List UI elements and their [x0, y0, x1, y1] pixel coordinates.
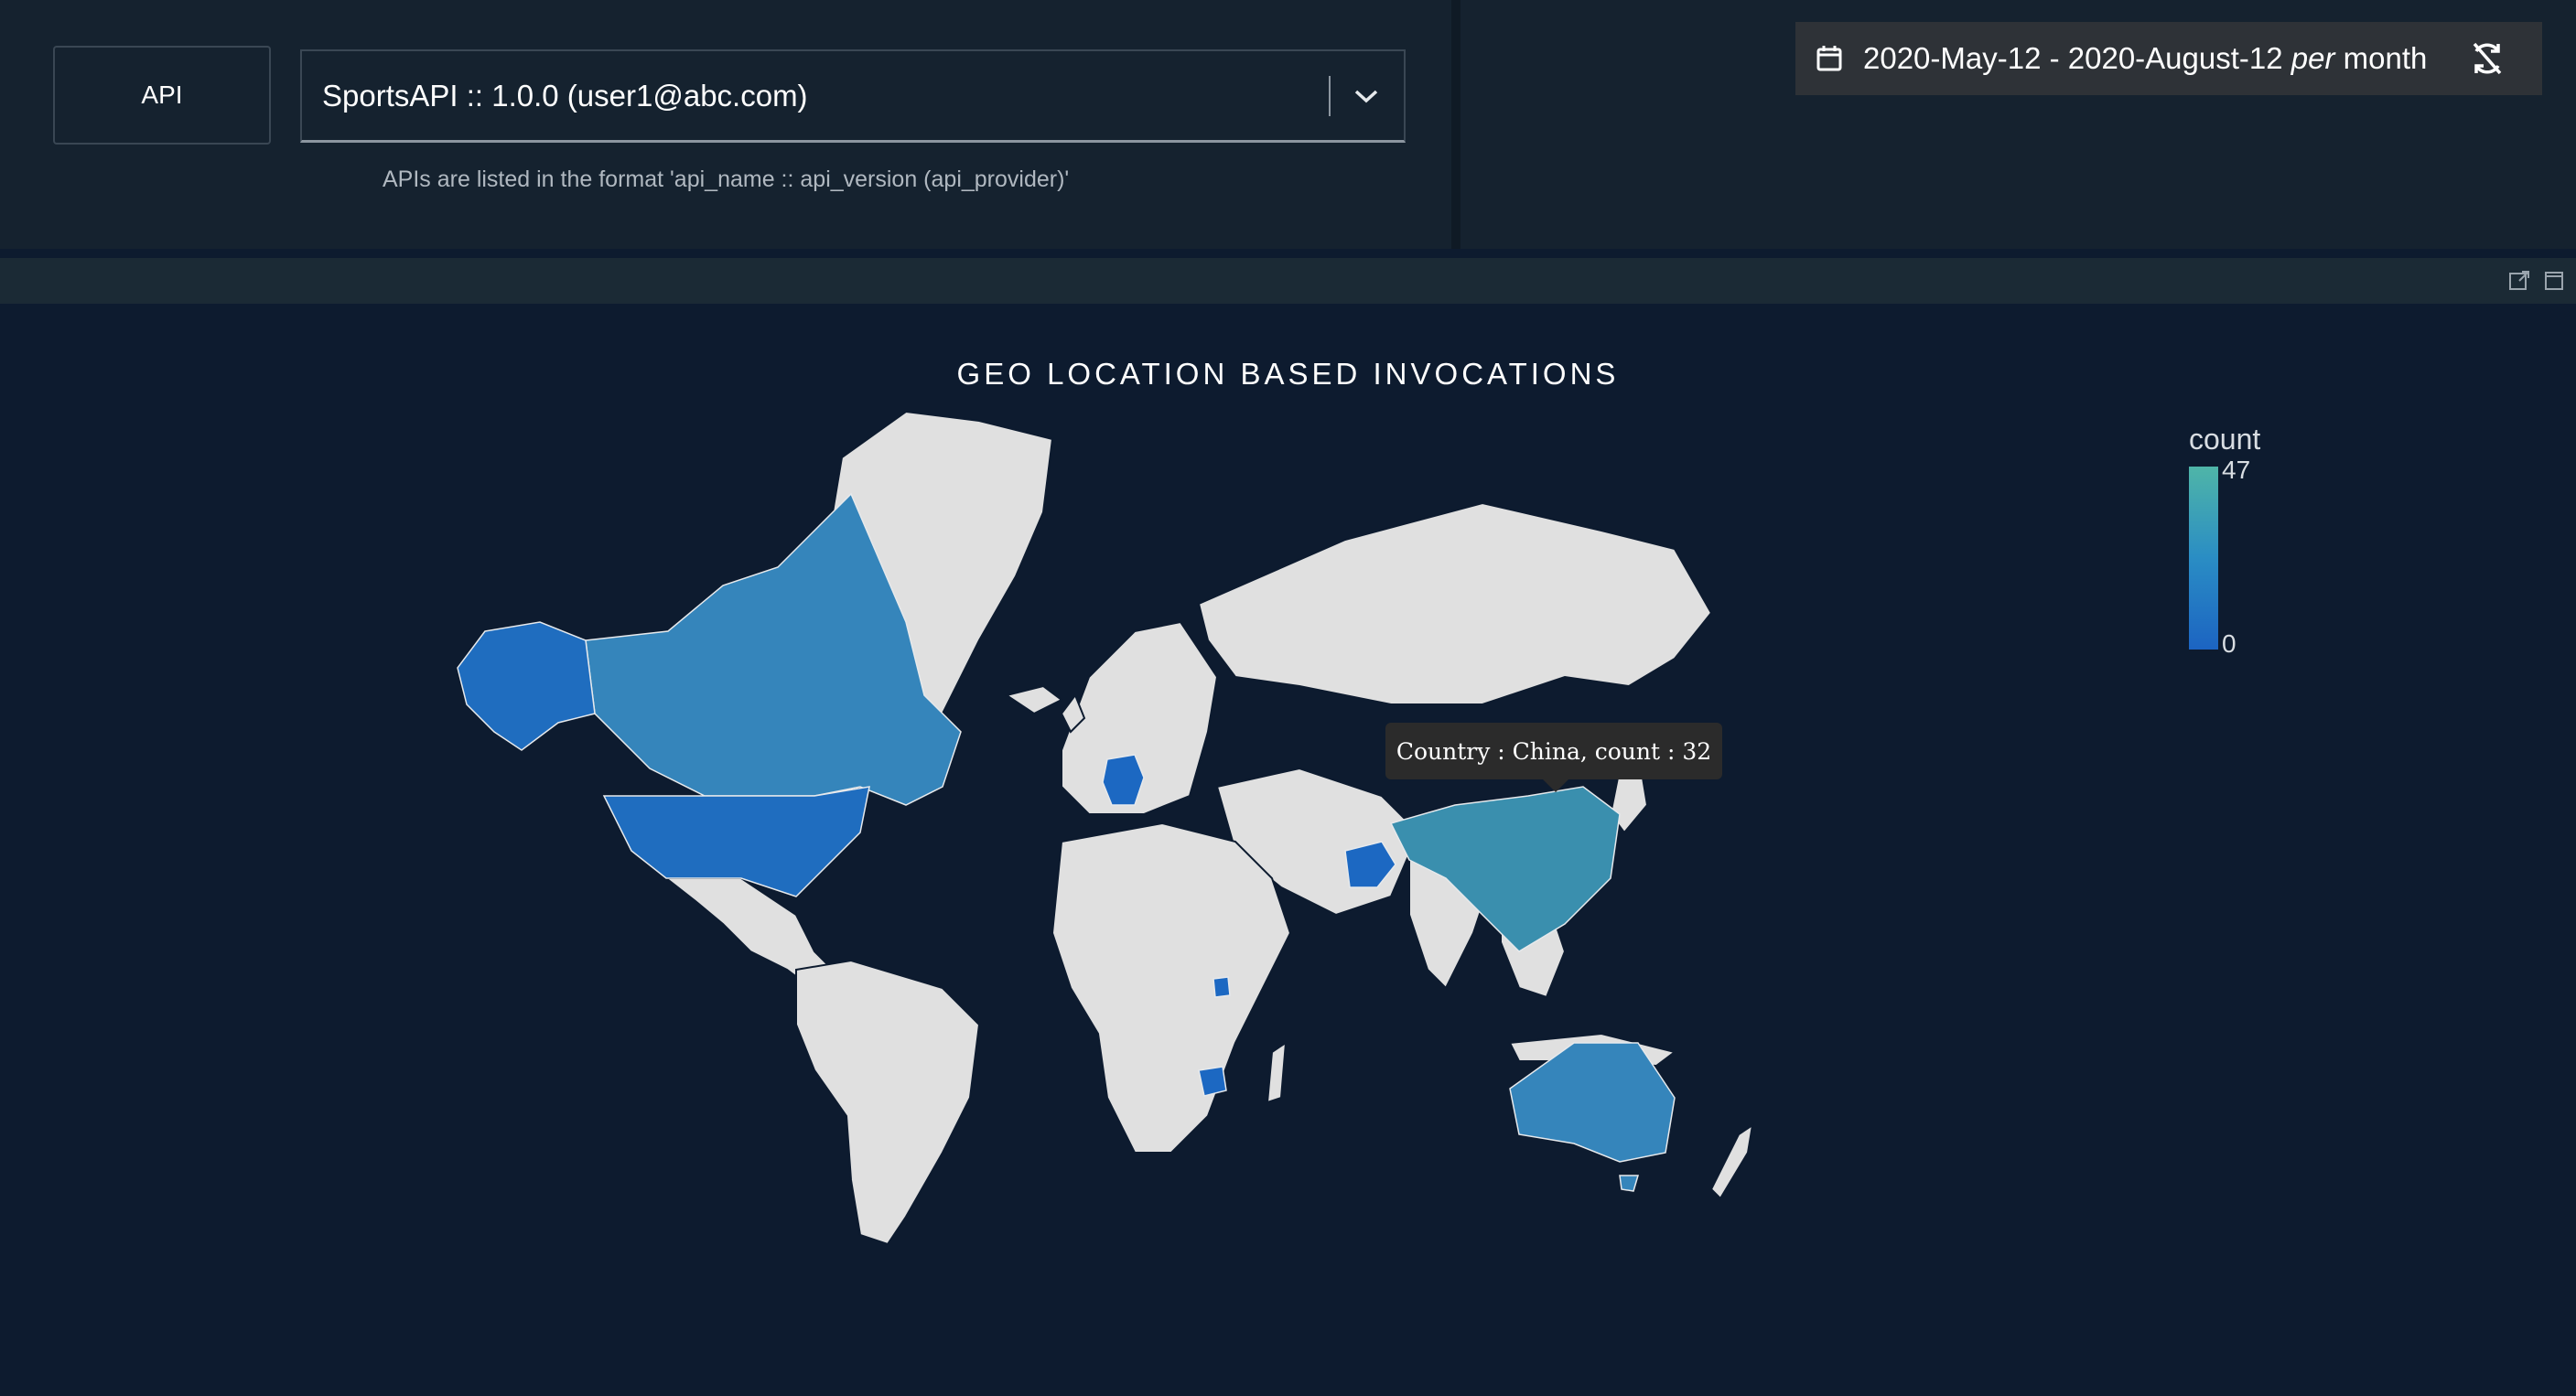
region-madagascar	[1266, 1041, 1288, 1104]
map-tooltip: Country : China, count : 32	[1385, 723, 1722, 779]
region-tasmania	[1619, 1175, 1640, 1192]
world-map[interactable]	[430, 403, 1775, 1262]
date-range-picker[interactable]: 2020-May-12 - 2020-August-12 per month	[1795, 22, 2542, 95]
api-select-dropdown[interactable]: SportsAPI :: 1.0.0 (user1@abc.com)	[300, 49, 1406, 143]
region-africa	[1051, 821, 1292, 1154]
region-zimbabwe	[1198, 1066, 1227, 1097]
maximize-icon[interactable]	[2542, 269, 2566, 293]
region-iceland	[1004, 684, 1063, 715]
legend-color-scale	[2189, 467, 2218, 650]
region-south-america	[795, 959, 981, 1246]
legend-max-label: 47	[2222, 456, 2251, 484]
tooltip-arrow	[1543, 779, 1568, 792]
api-select-value: SportsAPI :: 1.0.0 (user1@abc.com)	[322, 78, 808, 113]
chevron-down-icon[interactable]	[1349, 79, 1384, 113]
chart-title: GEO LOCATION BASED INVOCATIONS	[956, 357, 1620, 391]
legend-min-label: 0	[2222, 629, 2236, 658]
popout-icon[interactable]	[2507, 269, 2531, 293]
region-uganda	[1213, 976, 1231, 998]
widget-toolbar	[0, 258, 2576, 304]
region-russia	[1197, 501, 1713, 705]
region-alaska	[457, 621, 596, 751]
calendar-icon	[1814, 43, 1845, 74]
sync-disabled-icon[interactable]	[2467, 38, 2507, 79]
api-format-hint: APIs are listed in the format 'api_name …	[383, 166, 1070, 192]
select-divider	[1329, 75, 1331, 116]
region-germany	[1102, 754, 1145, 806]
panel-gap	[1451, 0, 1460, 249]
region-new-zealand	[1709, 1122, 1754, 1200]
date-range-text: 2020-May-12 - 2020-August-12 per month	[1863, 41, 2428, 75]
api-label: API	[53, 46, 271, 145]
legend-title: count	[2189, 423, 2261, 456]
